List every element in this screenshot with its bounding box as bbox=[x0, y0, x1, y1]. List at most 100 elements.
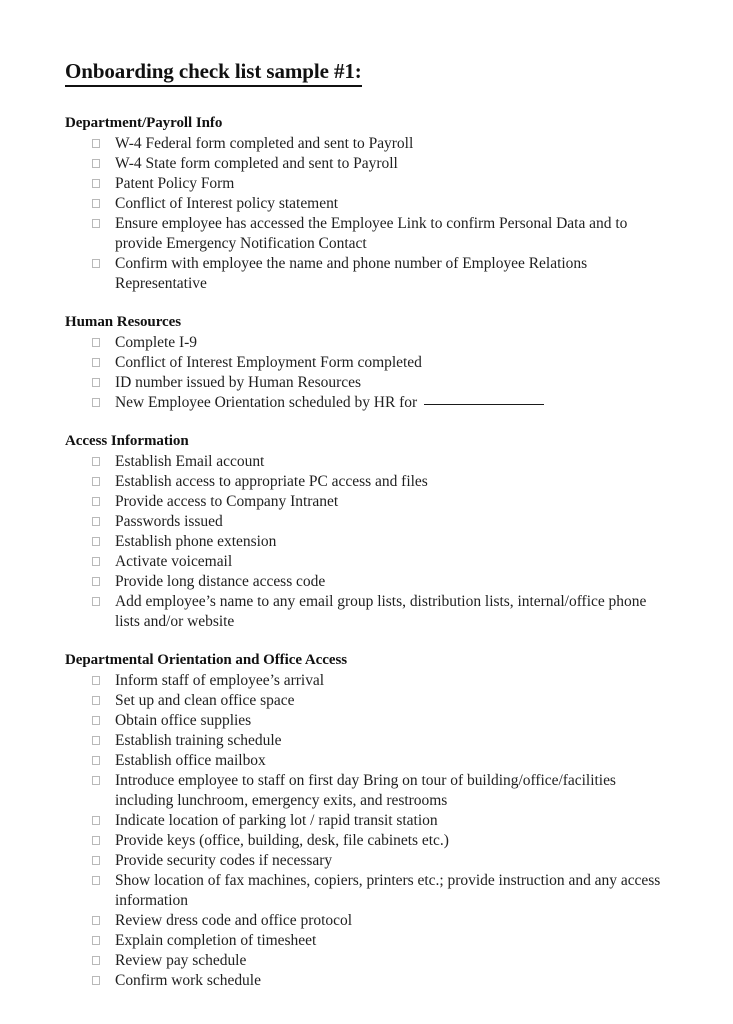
checklist-item[interactable]: Show location of fax machines, copiers, … bbox=[65, 871, 663, 911]
checklist-item-label: Complete I-9 bbox=[115, 334, 197, 351]
checklist-item[interactable]: Conflict of Interest policy statement bbox=[65, 194, 663, 214]
empty-checkbox-icon[interactable] bbox=[92, 557, 100, 566]
checklist-item-label: ID number issued by Human Resources bbox=[115, 374, 361, 391]
checklist-item[interactable]: Provide security codes if necessary bbox=[65, 851, 663, 871]
checklist-item[interactable]: Confirm with employee the name and phone… bbox=[65, 254, 663, 294]
checklist-item-label: Explain completion of timesheet bbox=[115, 932, 317, 949]
checklist-item[interactable]: Patent Policy Form bbox=[65, 174, 663, 194]
checklist-item-label: New Employee Orientation scheduled by HR… bbox=[115, 394, 418, 411]
checklist-item[interactable]: Set up and clean office space bbox=[65, 691, 663, 711]
checklist-section: Department/Payroll Info W-4 Federal form … bbox=[65, 113, 663, 294]
checklist-item[interactable]: ID number issued by Human Resources bbox=[65, 373, 663, 393]
checklist-item[interactable]: Provide long distance access code bbox=[65, 572, 663, 592]
checklist-item-label: Add employee’s name to any email group l… bbox=[115, 593, 647, 630]
section-heading: Departmental Orientation and Office Acce… bbox=[65, 652, 348, 668]
checklist-item[interactable]: Explain completion of timesheet bbox=[65, 931, 663, 951]
empty-checkbox-icon[interactable] bbox=[92, 716, 100, 725]
checklist-item[interactable]: Complete I-9 bbox=[65, 333, 663, 353]
checklist: Complete I-9 Conflict of Interest Employm… bbox=[65, 333, 663, 413]
empty-checkbox-icon[interactable] bbox=[92, 159, 100, 168]
checklist-item-label: Provide long distance access code bbox=[115, 573, 326, 590]
checklist-item-label: Confirm work schedule bbox=[115, 972, 261, 989]
checklist-item-label: Establish phone extension bbox=[115, 533, 277, 550]
checklist-item-label: Conflict of Interest Employment Form com… bbox=[115, 354, 422, 371]
checklist-item[interactable]: Provide keys (office, building, desk, fi… bbox=[65, 831, 663, 851]
checklist-section: Departmental Orientation and Office Acce… bbox=[65, 650, 663, 991]
checklist-item-label: Establish Email account bbox=[115, 453, 265, 470]
checklist-sections: Department/Payroll Info W-4 Federal form … bbox=[65, 113, 663, 991]
checklist-item-label: Review pay schedule bbox=[115, 952, 247, 969]
checklist-item[interactable]: Confirm work schedule bbox=[65, 971, 663, 991]
checklist-item[interactable]: Review dress code and office protocol bbox=[65, 911, 663, 931]
checklist-item-label: Passwords issued bbox=[115, 513, 223, 530]
checklist-item[interactable]: Inform staff of employee’s arrival bbox=[65, 671, 663, 691]
empty-checkbox-icon[interactable] bbox=[92, 537, 100, 546]
empty-checkbox-icon[interactable] bbox=[92, 338, 100, 347]
checklist-item-label: Inform staff of employee’s arrival bbox=[115, 672, 325, 689]
empty-checkbox-icon[interactable] bbox=[92, 676, 100, 685]
checklist-item[interactable]: Conflict of Interest Employment Form com… bbox=[65, 353, 663, 373]
checklist-item[interactable]: Establish office mailbox bbox=[65, 751, 663, 771]
empty-checkbox-icon[interactable] bbox=[92, 696, 100, 705]
checklist-item[interactable]: Provide access to Company Intranet bbox=[65, 492, 663, 512]
empty-checkbox-icon[interactable] bbox=[92, 736, 100, 745]
empty-checkbox-icon[interactable] bbox=[92, 358, 100, 367]
checklist-item[interactable]: Introduce employee to staff on first day… bbox=[65, 771, 663, 811]
empty-checkbox-icon[interactable] bbox=[92, 756, 100, 765]
checklist-item-label: Confirm with employee the name and phone… bbox=[115, 255, 588, 292]
checklist-item-label: Conflict of Interest policy statement bbox=[115, 195, 339, 212]
empty-checkbox-icon[interactable] bbox=[92, 936, 100, 945]
empty-checkbox-icon[interactable] bbox=[92, 597, 100, 606]
checklist-item[interactable]: Ensure employee has accessed the Employe… bbox=[65, 214, 663, 254]
empty-checkbox-icon[interactable] bbox=[92, 259, 100, 268]
empty-checkbox-icon[interactable] bbox=[92, 916, 100, 925]
checklist-item-label: Establish office mailbox bbox=[115, 752, 266, 769]
fill-in-blank-line[interactable] bbox=[424, 404, 545, 405]
empty-checkbox-icon[interactable] bbox=[92, 976, 100, 985]
empty-checkbox-icon[interactable] bbox=[92, 139, 100, 148]
checklist-item[interactable]: Establish Email account bbox=[65, 452, 663, 472]
section-heading: Access Information bbox=[65, 433, 189, 449]
checklist: W-4 Federal form completed and sent to P… bbox=[65, 134, 663, 294]
checklist-item[interactable]: W-4 State form completed and sent to Pay… bbox=[65, 154, 663, 174]
empty-checkbox-icon[interactable] bbox=[92, 457, 100, 466]
checklist-item[interactable]: Review pay schedule bbox=[65, 951, 663, 971]
checklist: Establish Email account Establish access … bbox=[65, 452, 663, 632]
empty-checkbox-icon[interactable] bbox=[92, 856, 100, 865]
empty-checkbox-icon[interactable] bbox=[92, 477, 100, 486]
empty-checkbox-icon[interactable] bbox=[92, 816, 100, 825]
empty-checkbox-icon[interactable] bbox=[92, 199, 100, 208]
checklist-item[interactable]: Passwords issued bbox=[65, 512, 663, 532]
checklist-item[interactable]: Add employee’s name to any email group l… bbox=[65, 592, 663, 632]
checklist-item[interactable]: New Employee Orientation scheduled by HR… bbox=[65, 393, 663, 413]
checklist-item[interactable]: W-4 Federal form completed and sent to P… bbox=[65, 134, 663, 154]
checklist-item-label: Establish training schedule bbox=[115, 732, 282, 749]
empty-checkbox-icon[interactable] bbox=[92, 776, 100, 785]
empty-checkbox-icon[interactable] bbox=[92, 219, 100, 228]
empty-checkbox-icon[interactable] bbox=[92, 179, 100, 188]
empty-checkbox-icon[interactable] bbox=[92, 378, 100, 387]
checklist-item-label: Provide keys (office, building, desk, fi… bbox=[115, 832, 449, 849]
checklist-section: Access Information Establish Email accoun… bbox=[65, 431, 663, 632]
checklist-item-label: Activate voicemail bbox=[115, 553, 233, 570]
empty-checkbox-icon[interactable] bbox=[92, 577, 100, 586]
checklist-item[interactable]: Establish training schedule bbox=[65, 731, 663, 751]
checklist-item[interactable]: Indicate location of parking lot / rapid… bbox=[65, 811, 663, 831]
checklist-item[interactable]: Establish access to appropriate PC acces… bbox=[65, 472, 663, 492]
section-heading: Human Resources bbox=[65, 314, 182, 330]
checklist-item-label: Review dress code and office protocol bbox=[115, 912, 352, 929]
checklist-item-label: Obtain office supplies bbox=[115, 712, 252, 729]
section-heading: Department/Payroll Info bbox=[65, 115, 223, 131]
empty-checkbox-icon[interactable] bbox=[92, 956, 100, 965]
checklist-item[interactable]: Establish phone extension bbox=[65, 532, 663, 552]
checklist: Inform staff of employee’s arrival Set up… bbox=[65, 671, 663, 991]
checklist-item[interactable]: Activate voicemail bbox=[65, 552, 663, 572]
empty-checkbox-icon[interactable] bbox=[92, 836, 100, 845]
checklist-item-label: Set up and clean office space bbox=[115, 692, 295, 709]
empty-checkbox-icon[interactable] bbox=[92, 517, 100, 526]
empty-checkbox-icon[interactable] bbox=[92, 497, 100, 506]
empty-checkbox-icon[interactable] bbox=[92, 876, 100, 885]
empty-checkbox-icon[interactable] bbox=[92, 398, 100, 407]
checklist-item-label: W-4 State form completed and sent to Pay… bbox=[115, 155, 398, 172]
checklist-item[interactable]: Obtain office supplies bbox=[65, 711, 663, 731]
